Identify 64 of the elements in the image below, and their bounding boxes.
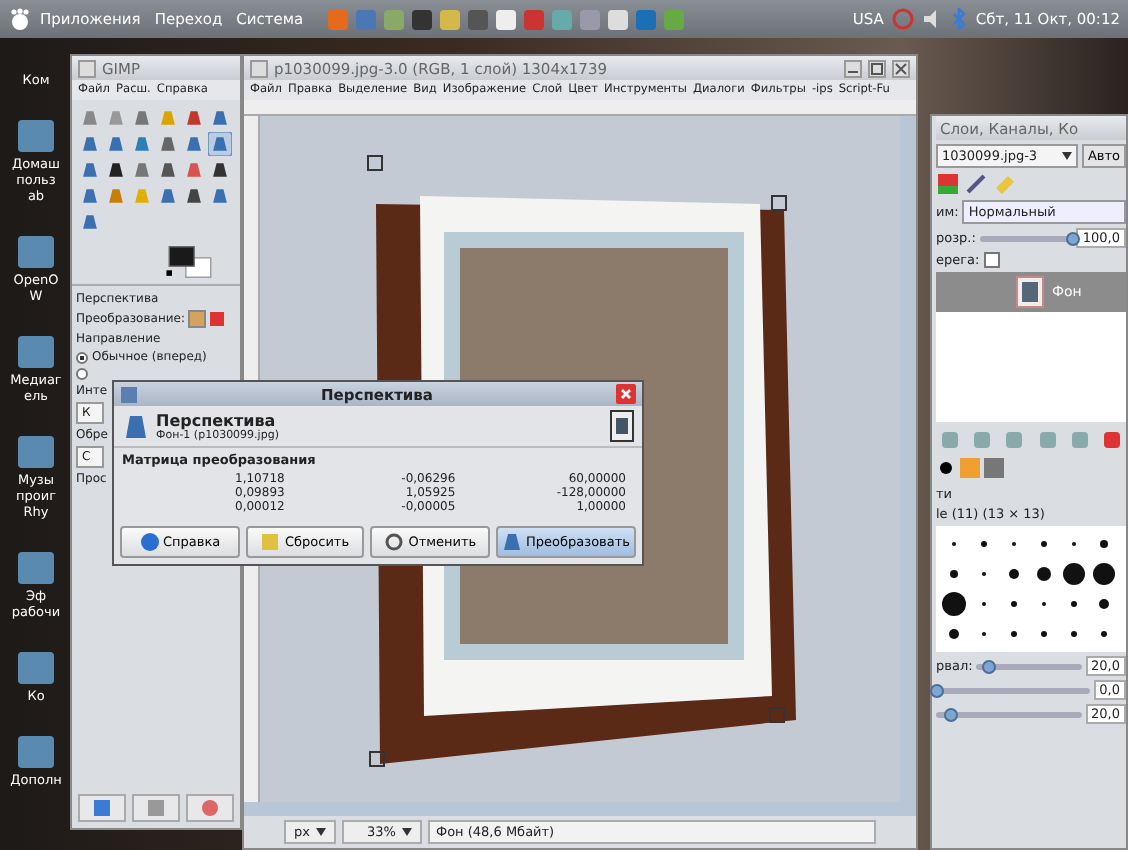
transform-handle[interactable] — [367, 155, 383, 171]
window-menu-icon[interactable] — [250, 59, 268, 77]
launcher-icon[interactable] — [437, 7, 462, 31]
caret-icon — [1061, 152, 1072, 160]
window-menu-icon[interactable] — [120, 385, 138, 403]
close-icon[interactable] — [616, 384, 637, 404]
desktop-item-icon[interactable] — [14, 648, 58, 688]
transform-handle[interactable] — [771, 195, 787, 211]
maximize-icon[interactable] — [868, 59, 886, 77]
restore-icon — [146, 798, 166, 818]
help-icon — [139, 532, 160, 552]
color-swatches[interactable] — [164, 244, 216, 280]
tool-icon[interactable] — [156, 158, 180, 182]
horizontal-scrollbar[interactable] — [244, 802, 916, 816]
spacing-slider[interactable] — [976, 663, 1082, 669]
transform-handle[interactable] — [369, 751, 385, 767]
desktop-item-icon[interactable] — [13, 116, 58, 156]
lock-checkbox[interactable] — [983, 252, 1000, 268]
reset-icon — [260, 532, 281, 552]
delete-icon — [200, 798, 220, 818]
desktop-item-icon[interactable] — [13, 548, 58, 588]
launcher-icon[interactable] — [409, 7, 434, 31]
desktop-item-icon[interactable] — [13, 332, 58, 372]
caret-icon — [401, 828, 412, 836]
brush-preview-icon[interactable] — [1060, 560, 1088, 588]
minimize-icon[interactable] — [844, 59, 862, 77]
cancel-icon — [384, 532, 405, 552]
save-options-button[interactable] — [78, 794, 126, 822]
layer-action-icon[interactable] — [1101, 430, 1122, 450]
caret-icon — [315, 828, 326, 836]
channels-tab-icon[interactable] — [964, 172, 988, 196]
layer-thumbnail-icon — [1016, 276, 1044, 308]
value-slider[interactable] — [936, 687, 1090, 693]
delete-options-button[interactable] — [186, 794, 234, 822]
radio-button[interactable] — [76, 351, 88, 363]
radio-button[interactable] — [76, 368, 88, 380]
perspective-icon — [122, 412, 150, 440]
desktop-item-icon[interactable] — [13, 232, 58, 272]
desktop-item-icon[interactable] — [14, 432, 58, 472]
tool-icon[interactable] — [208, 158, 232, 182]
save-icon — [92, 798, 112, 818]
desktop-item-icon[interactable] — [14, 732, 58, 772]
vertical-scrollbar[interactable] — [900, 116, 916, 802]
launcher-icon[interactable] — [465, 7, 490, 31]
value-slider[interactable] — [936, 711, 1082, 717]
selection-mode-icon[interactable] — [210, 312, 225, 326]
dialog-heading: Перспектива — [156, 411, 276, 429]
restore-options-button[interactable] — [132, 794, 180, 822]
foot-icon[interactable] — [8, 7, 32, 31]
launcher-icon[interactable] — [493, 7, 518, 31]
brush-grid[interactable] — [936, 526, 1126, 652]
layer-thumbnail-icon — [610, 410, 634, 442]
layers-tab-icon[interactable] — [936, 172, 960, 196]
close-icon[interactable] — [892, 59, 910, 77]
tool-icon[interactable] — [104, 158, 128, 182]
window-menu-icon[interactable] — [78, 59, 96, 77]
launcher-icon[interactable] — [605, 7, 630, 31]
brush-tab-icon[interactable] — [936, 458, 956, 478]
brush-preview-icon[interactable] — [940, 590, 968, 618]
tool-icon[interactable] — [182, 184, 206, 208]
transform-handle[interactable] — [769, 707, 785, 723]
layer-mode-icon[interactable] — [188, 310, 207, 328]
perspective-icon — [502, 532, 523, 552]
brush-preview-icon[interactable] — [1090, 560, 1118, 588]
